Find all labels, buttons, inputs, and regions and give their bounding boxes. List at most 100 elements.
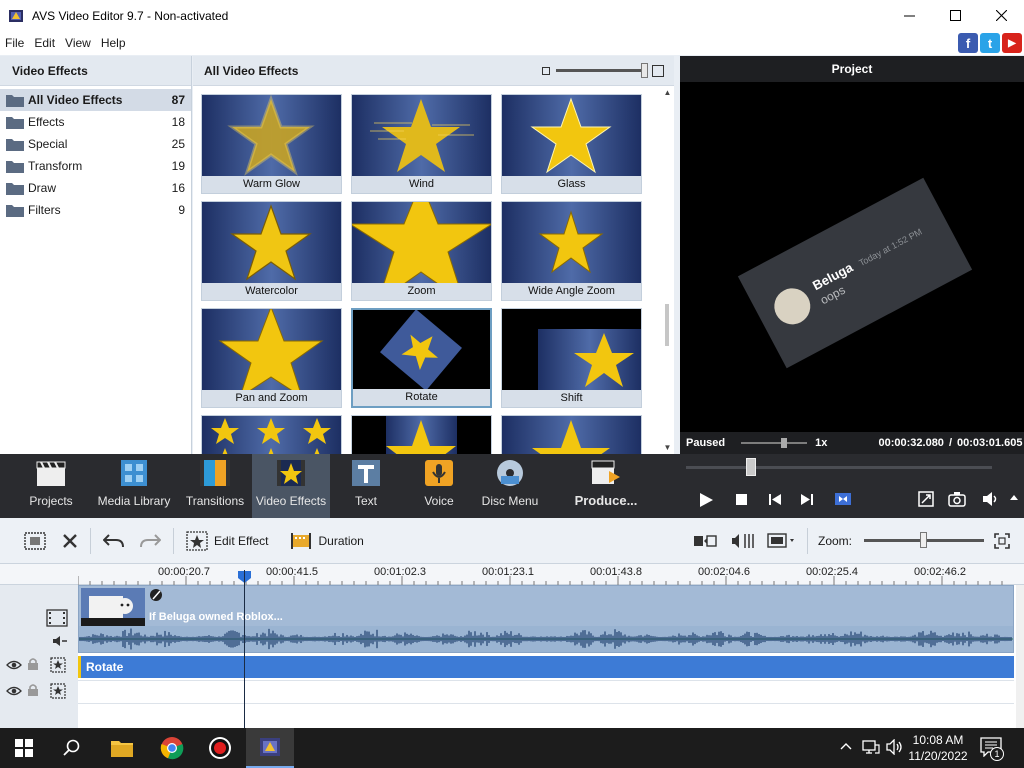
category-panel-title: Video Effects <box>0 56 191 86</box>
speed-slider-handle[interactable] <box>781 438 788 448</box>
clip-marker-icon[interactable] <box>834 492 852 506</box>
effect-tile-watercolor[interactable]: Watercolor <box>201 201 342 301</box>
fit-timeline-icon[interactable] <box>994 532 1010 549</box>
play-icon[interactable] <box>698 492 714 508</box>
speed-slider[interactable] <box>741 438 808 448</box>
zoom-slider-handle[interactable] <box>920 532 927 548</box>
produce-button[interactable]: Produce... <box>570 454 642 518</box>
effect-tile-rotate[interactable]: Rotate <box>351 308 492 408</box>
menu-bar: File Edit View Help f t ▶ <box>0 31 1024 55</box>
voice-button[interactable]: Voice <box>412 454 466 518</box>
file-explorer-button[interactable] <box>98 728 146 768</box>
effect-label: Zoom <box>352 283 491 300</box>
effects-scrollbar[interactable]: ▲ ▼ <box>661 86 674 454</box>
category-draw[interactable]: Draw 16 <box>0 177 191 199</box>
category-filters[interactable]: Filters 9 <box>0 199 191 221</box>
lock-icon[interactable] <box>27 683 39 697</box>
audio-track-mute-icon[interactable] <box>52 635 68 647</box>
media-library-button[interactable]: Media Library <box>96 454 172 518</box>
effect-tile-zoom[interactable]: Zoom <box>351 201 492 301</box>
transitions-button[interactable]: Transitions <box>184 454 246 518</box>
category-effects[interactable]: Effects 18 <box>0 111 191 133</box>
timeline-vertical-scrollbar[interactable] <box>1016 585 1024 728</box>
effect-tile-wide-angle-zoom[interactable]: Wide Angle Zoom <box>501 201 642 301</box>
edit-effect-button[interactable]: Edit Effect <box>186 530 268 551</box>
youtube-icon[interactable]: ▶ <box>1002 33 1022 53</box>
lock-icon[interactable] <box>27 657 39 671</box>
category-transform[interactable]: Transform 19 <box>0 155 191 177</box>
speaker-icon[interactable] <box>886 739 904 755</box>
menu-help[interactable]: Help <box>96 36 131 50</box>
scroll-up-icon[interactable]: ▲ <box>661 86 674 99</box>
effect-tile-wind[interactable]: Wind <box>351 94 492 194</box>
chrome-button[interactable] <box>148 728 196 768</box>
scrollbar-thumb[interactable] <box>665 304 669 346</box>
redo-icon[interactable] <box>139 533 161 549</box>
menu-edit[interactable]: Edit <box>29 36 60 50</box>
close-button[interactable] <box>978 0 1024 31</box>
video-effects-button[interactable]: Video Effects <box>252 454 330 518</box>
eye-icon[interactable] <box>6 659 22 671</box>
thumbnail-size-handle[interactable] <box>641 63 648 78</box>
timeline-ruler[interactable]: 00:00:20.7 00:00:41.5 00:01:02.3 00:01:2… <box>0 564 1024 585</box>
maximize-button[interactable] <box>932 0 978 31</box>
eye-icon[interactable] <box>6 685 22 697</box>
facebook-icon[interactable]: f <box>958 33 978 53</box>
snapshot-camera-icon[interactable] <box>948 491 966 507</box>
effect-tile-pan-and-zoom[interactable]: Pan and Zoom <box>201 308 342 408</box>
split-clip-icon[interactable] <box>693 533 717 549</box>
produce-clapper-icon <box>591 460 620 484</box>
avs-taskbar-button[interactable] <box>246 728 294 768</box>
effect-tile-warm-glow[interactable]: Warm Glow <box>201 94 342 194</box>
effect-label: Watercolor <box>202 283 341 300</box>
menu-view[interactable]: View <box>60 36 96 50</box>
small-thumb-icon <box>542 66 550 75</box>
effect-tile-partial[interactable] <box>201 415 342 454</box>
scroll-down-icon[interactable]: ▼ <box>661 441 674 454</box>
thumbnail-size-slider[interactable] <box>542 63 664 78</box>
disc-menu-button[interactable]: Disc Menu <box>480 454 540 518</box>
notification-center-button[interactable]: 1 <box>980 737 1004 761</box>
effect-track-clip[interactable]: Rotate <box>78 656 1014 678</box>
recorder-button[interactable] <box>196 728 244 768</box>
effect-tile-glass[interactable]: Glass <box>501 94 642 194</box>
storyboard-icon[interactable] <box>24 531 46 550</box>
category-special[interactable]: Special 25 <box>0 133 191 155</box>
effect-thumbnail <box>352 416 491 454</box>
undo-icon[interactable] <box>103 533 125 549</box>
delete-icon[interactable] <box>62 533 78 549</box>
effect-tile-partial[interactable] <box>501 415 642 454</box>
audio-settings-icon[interactable] <box>731 532 755 550</box>
effect-label: Wind <box>352 176 491 193</box>
text-button[interactable]: Text <box>340 454 392 518</box>
seek-handle[interactable] <box>746 458 756 476</box>
view-mode-icon[interactable] <box>767 532 797 550</box>
network-icon[interactable] <box>862 739 880 755</box>
duration-button[interactable]: Duration <box>290 532 364 550</box>
tray-overflow-chevron-icon[interactable] <box>840 741 852 751</box>
window-title: AVS Video Editor 9.7 - Non-activated <box>32 8 229 23</box>
menu-file[interactable]: File <box>0 36 29 50</box>
stop-icon[interactable] <box>736 494 748 506</box>
effects-panel-header: All Video Effects <box>193 56 674 86</box>
effect-tile-shift[interactable]: Shift <box>501 308 642 408</box>
zoom-slider[interactable] <box>864 532 984 548</box>
effect-tile-partial[interactable] <box>351 415 492 454</box>
category-all-video-effects[interactable]: All Video Effects 87 <box>0 89 191 111</box>
video-clip[interactable]: If Beluga owned Roblox... <box>78 585 1014 653</box>
clock[interactable]: 10:08 AM 11/20/2022 <box>906 732 970 764</box>
start-button[interactable] <box>0 728 48 768</box>
minimize-button[interactable] <box>886 0 932 31</box>
seek-bar[interactable] <box>686 458 992 476</box>
volume-icon[interactable] <box>982 491 1000 507</box>
fullscreen-icon[interactable] <box>918 491 934 507</box>
volume-menu-icon[interactable] <box>1010 494 1018 502</box>
playback-controls <box>680 454 1024 518</box>
projects-button[interactable]: Projects <box>20 454 82 518</box>
search-button[interactable] <box>48 728 96 768</box>
twitter-icon[interactable]: t <box>980 33 1000 53</box>
previous-frame-icon[interactable] <box>768 493 782 506</box>
next-frame-icon[interactable] <box>800 493 814 506</box>
preview-screen[interactable]: Beluga Today at 1:52 PM oops <box>680 159 1024 411</box>
effect-label: Warm Glow <box>202 176 341 193</box>
